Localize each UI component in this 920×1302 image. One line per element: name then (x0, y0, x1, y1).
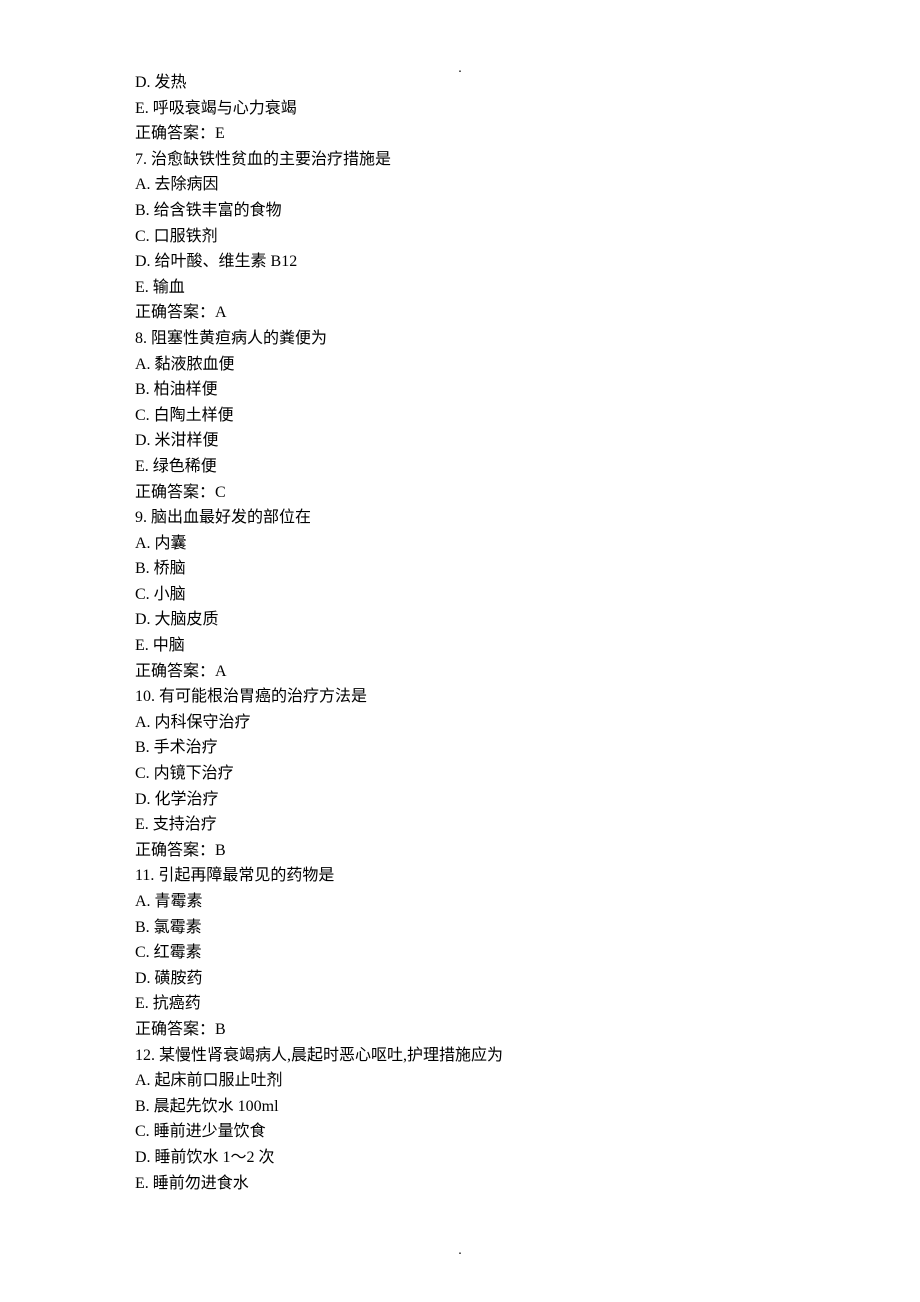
option-line: C. 睡前进少量饮食 (135, 1119, 795, 1145)
page-decor-top: . (458, 58, 462, 80)
answer-line: 正确答案：A (135, 300, 795, 326)
option-line: E. 支持治疗 (135, 812, 795, 838)
question-line: 9. 脑出血最好发的部位在 (135, 505, 795, 531)
option-line: D. 睡前饮水 1～2 次 (135, 1145, 795, 1171)
option-line: A. 内科保守治疗 (135, 710, 795, 736)
option-line: E. 绿色稀便 (135, 454, 795, 480)
question-line: 11. 引起再障最常见的药物是 (135, 863, 795, 889)
option-line: E. 中脑 (135, 633, 795, 659)
option-line: E. 抗癌药 (135, 991, 795, 1017)
option-line: D. 米泔样便 (135, 428, 795, 454)
option-line: A. 去除病因 (135, 172, 795, 198)
option-line: E. 睡前勿进食水 (135, 1171, 795, 1197)
option-line: B. 柏油样便 (135, 377, 795, 403)
content-block: D. 发热 E. 呼吸衰竭与心力衰竭 正确答案：E 7. 治愈缺铁性贫血的主要治… (135, 70, 795, 1196)
option-line: B. 氯霉素 (135, 915, 795, 941)
answer-line: 正确答案：B (135, 1017, 795, 1043)
option-line: D. 化学治疗 (135, 787, 795, 813)
option-line: B. 晨起先饮水 100ml (135, 1094, 795, 1120)
option-line: E. 输血 (135, 275, 795, 301)
option-line: D. 大脑皮质 (135, 607, 795, 633)
answer-line: 正确答案：A (135, 659, 795, 685)
page-decor-bottom: . (458, 1240, 462, 1262)
answer-line: 正确答案：B (135, 838, 795, 864)
option-line: C. 口服铁剂 (135, 224, 795, 250)
option-line: D. 给叶酸、维生素 B12 (135, 249, 795, 275)
option-line: D. 磺胺药 (135, 966, 795, 992)
option-line: C. 红霉素 (135, 940, 795, 966)
option-line: A. 黏液脓血便 (135, 352, 795, 378)
question-line: 10. 有可能根治胃癌的治疗方法是 (135, 684, 795, 710)
option-line: B. 手术治疗 (135, 735, 795, 761)
option-line: B. 给含铁丰富的食物 (135, 198, 795, 224)
question-line: 8. 阻塞性黄疸病人的粪便为 (135, 326, 795, 352)
question-line: 7. 治愈缺铁性贫血的主要治疗措施是 (135, 147, 795, 173)
answer-line: 正确答案：C (135, 480, 795, 506)
option-line: E. 呼吸衰竭与心力衰竭 (135, 96, 795, 122)
option-line: C. 白陶土样便 (135, 403, 795, 429)
option-line: C. 内镜下治疗 (135, 761, 795, 787)
question-line: 12. 某慢性肾衰竭病人,晨起时恶心呕吐,护理措施应为 (135, 1043, 795, 1069)
option-line: A. 青霉素 (135, 889, 795, 915)
option-line: A. 起床前口服止吐剂 (135, 1068, 795, 1094)
option-line: B. 桥脑 (135, 556, 795, 582)
option-line: D. 发热 (135, 70, 795, 96)
answer-line: 正确答案：E (135, 121, 795, 147)
option-line: C. 小脑 (135, 582, 795, 608)
option-line: A. 内囊 (135, 531, 795, 557)
